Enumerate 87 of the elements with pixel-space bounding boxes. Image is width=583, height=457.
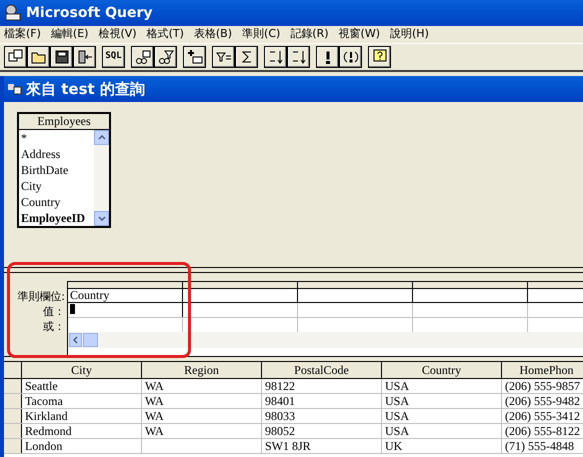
toolbar-button[interactable] (154, 46, 177, 68)
row-selector[interactable] (4, 394, 22, 408)
row-selector[interactable] (4, 439, 22, 453)
table-cell: London (25, 439, 62, 453)
field-item[interactable]: Country (19, 194, 94, 210)
door-arrow-icon (76, 49, 92, 65)
criteria-icon (158, 49, 174, 65)
column-header[interactable]: PostalCode (262, 362, 382, 378)
menu-item[interactable]: 格式(T) (146, 26, 184, 43)
table-cell: (206) 555-3412 (505, 409, 580, 423)
toolbar-button[interactable] (264, 46, 287, 68)
toolbar-button[interactable] (131, 46, 154, 68)
table-cell: (71) 555-4848 (505, 439, 574, 453)
scroll-up-icon[interactable] (94, 130, 109, 145)
column-header[interactable]: Region (142, 362, 262, 378)
row-selector[interactable] (4, 424, 22, 438)
table-cell: UK (385, 439, 402, 453)
row-selector[interactable] (4, 409, 22, 423)
field-item[interactable]: * (19, 130, 94, 146)
field-item[interactable]: City (19, 178, 94, 194)
scroll-left-icon[interactable] (69, 333, 82, 347)
toolbar-button[interactable] (4, 46, 27, 68)
menu-item[interactable]: 表格(B) (194, 26, 232, 43)
window-icon (8, 83, 22, 95)
auto-query-icon (342, 49, 358, 65)
criteria-row-label: 或： (43, 319, 65, 334)
query-app-icon (4, 4, 22, 22)
query-window-title: 來自 test 的查詢 (26, 78, 145, 100)
toolbar-button[interactable] (50, 46, 73, 68)
menu-item[interactable]: 檢視(V) (98, 26, 137, 43)
criteria-row-label: 準則欄位: (17, 289, 65, 304)
field-item[interactable]: BirthDate (19, 162, 94, 178)
toolbar-button[interactable] (73, 46, 96, 68)
table-cell: SW1 8JR (265, 439, 311, 453)
table-cell: 98122 (265, 379, 295, 393)
toolbar-button[interactable] (235, 46, 258, 68)
criteria-field-cell[interactable]: Country (68, 289, 183, 302)
table-cell: 98052 (265, 424, 295, 438)
table-cell: USA (385, 424, 410, 438)
column-header[interactable]: City (22, 362, 142, 378)
sql-button[interactable]: SQL (102, 46, 125, 68)
toolbar-button[interactable] (27, 46, 50, 68)
table-cell: WA (145, 379, 164, 393)
sort-descending-icon (290, 49, 306, 65)
toolbar-button[interactable] (368, 46, 391, 68)
criteria-row-label: 值： (43, 304, 65, 319)
toolbar-button[interactable] (212, 46, 235, 68)
table-cell: Kirkland (25, 409, 68, 423)
table-cell: 98033 (265, 409, 295, 423)
exclamation-icon (326, 50, 330, 64)
menu-item[interactable]: 準則(C) (242, 26, 280, 43)
table-cell: (206) 555-9482 (505, 394, 580, 408)
save-icon (54, 49, 70, 65)
scroll-down-icon[interactable] (94, 211, 109, 226)
field-item[interactable]: Address (19, 146, 94, 162)
add-table-icon (186, 49, 202, 65)
column-header[interactable]: HomePhon (502, 362, 583, 378)
menu-item[interactable]: 檔案(F) (4, 26, 41, 43)
toolbar-button[interactable] (339, 46, 362, 68)
table-cell: (206) 555-8122 (505, 424, 580, 438)
row-selector[interactable] (4, 379, 22, 393)
table-name: Employees (19, 114, 109, 130)
menu-item[interactable]: 記錄(R) (290, 26, 329, 43)
table-cell: WA (145, 394, 164, 408)
menu-item[interactable]: 說明(H) (390, 26, 429, 43)
scroll-thumb[interactable] (83, 333, 98, 347)
table-cell: USA (385, 379, 410, 393)
table-cell: WA (145, 409, 164, 423)
column-header[interactable]: Country (382, 362, 502, 378)
window-title: Microsoft Query (26, 4, 153, 22)
toolbar-button[interactable] (287, 46, 310, 68)
table-cell: 98401 (265, 394, 295, 408)
table-cell: USA (385, 394, 410, 408)
sort-ascending-icon (268, 49, 284, 65)
vertical-scrollbar[interactable] (94, 130, 109, 226)
field-item[interactable]: EmployeeID (19, 210, 94, 226)
menu-item[interactable]: 視窗(W) (338, 26, 380, 43)
table-cell: WA (145, 424, 164, 438)
table-cell: USA (385, 409, 410, 423)
toolbar-button[interactable] (183, 46, 206, 68)
table-cell: Tacoma (25, 394, 63, 408)
toolbar-button[interactable] (316, 46, 339, 68)
table-cell: Seattle (25, 379, 58, 393)
tables-icon (134, 49, 150, 65)
table-cell: (206) 555-9857 (505, 379, 580, 393)
menu-item[interactable]: 編輯(E) (50, 26, 88, 43)
table-cell: Redmond (25, 424, 72, 438)
